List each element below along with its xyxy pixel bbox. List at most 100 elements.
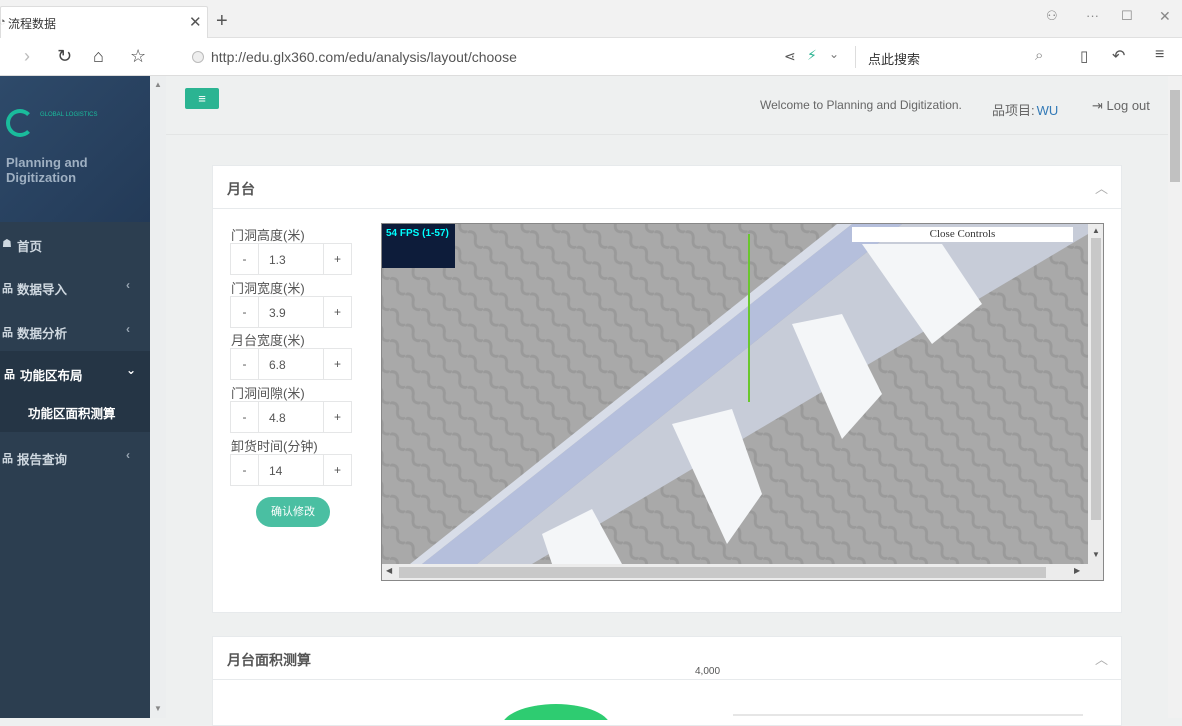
top-header: ≡ Welcome to Planning and Digitization. … bbox=[150, 76, 1170, 135]
door-width-input[interactable]: 3.9 bbox=[258, 296, 324, 328]
sidebar-item-label: 功能区布局 bbox=[20, 369, 83, 383]
bookmark-star-icon[interactable]: ☆ bbox=[130, 46, 146, 67]
fps-counter: 54 FPS (1-57) bbox=[382, 224, 455, 268]
3d-viewport[interactable]: 54 FPS (1-57) Close Controls ▲ ▼ ◀ ▶ bbox=[381, 223, 1104, 581]
search-icon[interactable]: ⌕ bbox=[1035, 47, 1043, 64]
decrement-button[interactable]: - bbox=[230, 296, 259, 328]
window-close-icon[interactable]: ✕ bbox=[1159, 8, 1171, 25]
sidebar-item-data-analysis[interactable]: 品 数据分析 ‹ bbox=[0, 309, 150, 353]
close-controls-button[interactable]: Close Controls bbox=[852, 227, 1073, 242]
sidebar-subitem-label: 功能区面积测算 bbox=[28, 407, 116, 421]
lightning-icon[interactable]: ⚡ bbox=[807, 47, 817, 64]
confirm-label: 确认修改 bbox=[271, 506, 315, 518]
project-label: 项目: bbox=[1005, 103, 1035, 118]
door-height-input[interactable]: 1.3 bbox=[258, 243, 324, 275]
chevron-down-icon[interactable]: ⌄ bbox=[829, 47, 839, 61]
brand-area: GLOBAL LOGISTICS Planning and Digitizati… bbox=[0, 76, 150, 222]
browser-tab[interactable]: ◔ 流程数据 ✕ bbox=[0, 6, 208, 38]
logout-link[interactable]: ⇥ Log out bbox=[1092, 98, 1150, 114]
chevron-down-icon: ⌄ bbox=[126, 363, 137, 377]
sidebar-item-report[interactable]: 品 报告查询 ‹ bbox=[0, 435, 150, 479]
sidebar-item-label: 数据导入 bbox=[17, 283, 68, 297]
panel-header: 月台面积测算 ︿ bbox=[213, 637, 1121, 680]
viewport-vertical-scrollbar[interactable]: ▲ ▼ bbox=[1088, 224, 1103, 564]
collapse-chevron-icon[interactable]: ︿ bbox=[1095, 178, 1108, 197]
logout-label: Log out bbox=[1106, 98, 1150, 113]
decrement-button[interactable]: - bbox=[230, 243, 259, 275]
home-icon: ☗ bbox=[2, 238, 12, 250]
tab-close-icon[interactable]: ✕ bbox=[189, 13, 202, 31]
door-gap-input[interactable]: 4.8 bbox=[258, 401, 324, 433]
forward-icon[interactable]: › bbox=[24, 46, 30, 67]
dock-3d-scene bbox=[382, 224, 1088, 564]
site-info-icon[interactable] bbox=[192, 51, 204, 63]
sitemap-icon: 品 bbox=[2, 327, 13, 339]
increment-button[interactable]: + bbox=[323, 243, 352, 275]
sidebar-item-label: 首页 bbox=[17, 240, 43, 254]
collapse-chevron-icon[interactable]: ︿ bbox=[1095, 649, 1108, 668]
hamburger-menu-icon[interactable]: ≡ bbox=[1155, 46, 1164, 64]
sidebar-item-data-import[interactable]: 品 数据导入 ‹ bbox=[0, 265, 150, 309]
scroll-left-icon[interactable]: ◀ bbox=[386, 566, 392, 575]
new-tab-button[interactable]: + bbox=[216, 10, 228, 33]
confirm-button[interactable]: 确认修改 bbox=[256, 497, 330, 527]
sidebar-toggle-button[interactable]: ≡ bbox=[185, 88, 219, 109]
undo-icon[interactable]: ↶ bbox=[1112, 46, 1125, 66]
search-input[interactable]: 点此搜索 bbox=[868, 49, 920, 68]
y-axis-tick-label: 4,000 bbox=[695, 666, 721, 677]
dock-width-input[interactable]: 6.8 bbox=[258, 348, 324, 380]
door-width-stepper: - 3.9 + bbox=[230, 296, 355, 328]
sidebar-item-layout[interactable]: 品 功能区布局 ⌄ bbox=[0, 351, 150, 395]
field-label-door-gap: 门洞间隙(米) bbox=[231, 386, 305, 401]
skin-icon[interactable]: ⚇ bbox=[1046, 8, 1058, 24]
url-input[interactable]: http://edu.glx360.com/edu/analysis/layou… bbox=[211, 49, 517, 65]
viewport-horizontal-scrollbar[interactable]: ◀ ▶ bbox=[382, 564, 1103, 580]
welcome-text: Welcome to Planning and Digitization. bbox=[760, 98, 962, 112]
brand-name: Planning and Digitization bbox=[6, 155, 88, 185]
sidebar-subitem-area-calc[interactable]: 功能区面积测算 bbox=[0, 394, 150, 432]
left-scrollbar[interactable]: ▲ ▼ bbox=[150, 76, 166, 718]
dock-panel: 月台 ︿ 门洞高度(米) - 1.3 + 门洞宽度(米) - 3.9 + 月台宽… bbox=[212, 165, 1122, 613]
address-bar: › ↻ ⌂ ☆ http://edu.glx360.com/edu/analys… bbox=[0, 38, 1182, 76]
field-label-door-height: 门洞高度(米) bbox=[231, 228, 305, 243]
maximize-icon[interactable]: ☐ bbox=[1121, 8, 1133, 24]
door-gap-stepper: - 4.8 + bbox=[230, 401, 355, 433]
scrollbar-thumb[interactable] bbox=[399, 567, 1046, 578]
share-icon[interactable]: ⋖ bbox=[784, 48, 796, 65]
sidebar-item-home[interactable]: ☗ 首页 bbox=[0, 222, 150, 266]
panel-title: 月台 bbox=[227, 181, 255, 197]
scroll-right-icon[interactable]: ▶ bbox=[1074, 566, 1080, 575]
page-scrollbar-thumb[interactable] bbox=[1170, 90, 1180, 182]
mobile-icon[interactable]: ▯ bbox=[1080, 47, 1088, 65]
increment-button[interactable]: + bbox=[323, 401, 352, 433]
sitemap-icon: 品 bbox=[992, 103, 1006, 118]
logo-icon bbox=[6, 109, 34, 137]
field-label-door-width: 门洞宽度(米) bbox=[231, 281, 305, 296]
decrement-button[interactable]: - bbox=[230, 401, 259, 433]
scroll-down-icon[interactable]: ▼ bbox=[154, 704, 162, 713]
chevron-left-icon: ‹ bbox=[126, 278, 130, 292]
chevron-left-icon: ‹ bbox=[126, 322, 130, 336]
decrement-button[interactable]: - bbox=[230, 454, 259, 486]
home-icon[interactable]: ⌂ bbox=[93, 46, 104, 67]
logout-icon: ⇥ bbox=[1092, 98, 1107, 113]
scrollbar-thumb[interactable] bbox=[1091, 238, 1101, 520]
sidebar-item-label: 数据分析 bbox=[17, 327, 68, 341]
tab-title: 流程数据 bbox=[8, 17, 57, 31]
project-indicator: 品项目: WU bbox=[992, 100, 1058, 119]
project-value[interactable]: WU bbox=[1037, 103, 1059, 118]
reload-icon[interactable]: ↻ bbox=[57, 46, 72, 67]
sitemap-icon: 品 bbox=[2, 453, 13, 465]
door-height-stepper: - 1.3 + bbox=[230, 243, 355, 275]
decrement-button[interactable]: - bbox=[230, 348, 259, 380]
increment-button[interactable]: + bbox=[323, 348, 352, 380]
scroll-up-icon[interactable]: ▲ bbox=[1092, 226, 1100, 235]
browser-tab-bar: ◔ 流程数据 ✕ + ⚇ ··· ☐ ✕ bbox=[0, 0, 1182, 38]
increment-button[interactable]: + bbox=[323, 454, 352, 486]
increment-button[interactable]: + bbox=[323, 296, 352, 328]
dock-area-panel: 月台面积测算 ︿ 4,000 bbox=[212, 636, 1122, 726]
scroll-down-icon[interactable]: ▼ bbox=[1092, 550, 1100, 559]
scroll-up-icon[interactable]: ▲ bbox=[154, 80, 162, 89]
menu-dots-icon[interactable]: ··· bbox=[1086, 8, 1099, 23]
unload-time-input[interactable]: 14 bbox=[258, 454, 324, 486]
